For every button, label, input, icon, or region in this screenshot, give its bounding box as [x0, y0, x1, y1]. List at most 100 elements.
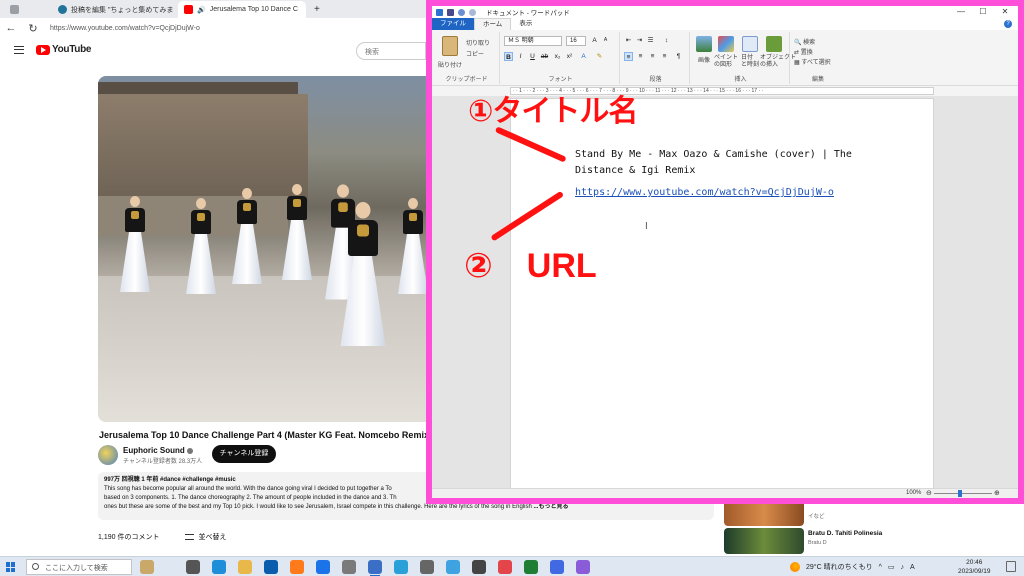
minimize-button[interactable]: —: [950, 6, 972, 18]
picture-icon[interactable]: [696, 36, 712, 52]
clock-time: 20:46: [966, 559, 983, 566]
task-view-icon[interactable]: [186, 560, 200, 574]
save-icon[interactable]: [447, 8, 454, 16]
app-icon[interactable]: [550, 560, 564, 574]
subscript-button[interactable]: x₂: [553, 52, 562, 61]
font-color-icon[interactable]: A: [579, 52, 588, 61]
zoom-slider[interactable]: [934, 493, 992, 494]
mail-icon[interactable]: [316, 560, 330, 574]
app-icon[interactable]: [524, 560, 538, 574]
datetime-button[interactable]: 日付 と時刻: [741, 55, 759, 69]
notification-icon[interactable]: [1006, 561, 1016, 572]
paste-icon[interactable]: [442, 36, 458, 56]
zoom-out-button[interactable]: ⊖: [926, 489, 932, 497]
app-icon[interactable]: [420, 560, 434, 574]
clock[interactable]: 20:46 2023/09/19: [958, 558, 991, 576]
justify-icon[interactable]: ≡: [660, 52, 669, 61]
object-icon[interactable]: [766, 36, 782, 52]
zoom-in-button[interactable]: ⊕: [994, 489, 1000, 497]
close-button[interactable]: ✕: [994, 6, 1016, 18]
italic-button[interactable]: I: [516, 52, 525, 61]
group-label: フォント: [548, 77, 573, 83]
explorer-icon[interactable]: [238, 560, 252, 574]
tab-home[interactable]: ホーム: [474, 18, 512, 30]
reload-icon[interactable]: ↻: [22, 22, 44, 35]
weather-text[interactable]: 29°C 晴れのちくもり: [806, 562, 873, 572]
app-icon[interactable]: [576, 560, 590, 574]
paste-button[interactable]: 貼り付け: [438, 60, 462, 69]
subscribe-button[interactable]: チャンネル登録: [212, 445, 276, 463]
font-family-select[interactable]: ＭＳ 明朝: [504, 36, 562, 46]
insert-object-button[interactable]: オブジェクト の挿入: [760, 55, 796, 69]
store-icon[interactable]: [264, 560, 278, 574]
document-page[interactable]: Stand By Me - Max Oazo & Camishe (cover)…: [510, 98, 934, 498]
tab-wordpress-edit[interactable]: 投稿を編集 "ちょっと集めてみます ✕: [52, 1, 174, 18]
replace-button[interactable]: ⇄ 置換: [794, 47, 813, 56]
weather-icon[interactable]: [790, 562, 800, 572]
taskbar-widget-icon[interactable]: [140, 560, 154, 574]
channel-name-link[interactable]: Euphoric Sound: [123, 446, 193, 455]
volume-icon[interactable]: ♪: [901, 564, 905, 571]
back-icon[interactable]: ←: [0, 22, 22, 34]
tab-actions[interactable]: [4, 1, 20, 18]
select-all-button[interactable]: ▦ すべて選択: [794, 57, 831, 66]
settings-icon[interactable]: [472, 560, 486, 574]
tab-youtube-video[interactable]: 🔊 Jerusalema Top 10 Dance C ✕: [178, 1, 306, 18]
search-input[interactable]: 検索: [356, 42, 426, 60]
align-center-icon[interactable]: ≡: [636, 52, 645, 61]
app-icon[interactable]: [394, 560, 408, 574]
bold-button[interactable]: B: [504, 52, 513, 61]
cut-button[interactable]: 切り取り: [466, 38, 490, 47]
highlight-color-icon[interactable]: ✎: [595, 52, 604, 61]
ime-indicator[interactable]: A: [910, 564, 915, 571]
bullet-list-icon[interactable]: ☰: [646, 36, 655, 45]
underline-button[interactable]: U: [528, 52, 537, 61]
paint-drawing-icon[interactable]: [718, 36, 734, 52]
paint-drawing-button[interactable]: ペイント の図形: [714, 55, 738, 69]
redo-icon[interactable]: [469, 8, 476, 16]
line-spacing-icon[interactable]: ↕: [662, 36, 671, 45]
picture-button[interactable]: 画像: [698, 55, 710, 64]
taskbar-search-input[interactable]: ここに入力して検索: [26, 559, 132, 575]
address-bar[interactable]: https://www.youtube.com/watch?v=QcjDjDuj…: [50, 25, 200, 32]
superscript-button[interactable]: x²: [565, 52, 574, 61]
paragraph-settings-icon[interactable]: ¶: [674, 52, 683, 61]
edge-icon[interactable]: [212, 560, 226, 574]
menu-icon[interactable]: [14, 46, 24, 54]
calendar-app-icon[interactable]: [446, 560, 460, 574]
grow-font-icon[interactable]: A: [590, 36, 599, 45]
align-left-icon[interactable]: ≡: [624, 52, 633, 61]
video-player[interactable]: [98, 76, 430, 422]
help-icon[interactable]: ?: [1004, 20, 1012, 28]
calendar-icon[interactable]: [742, 36, 758, 52]
copy-button[interactable]: コピー: [466, 49, 484, 58]
show-more-link[interactable]: ...もっと見る: [532, 504, 568, 510]
youtube-logo[interactable]: YouTube: [36, 44, 92, 55]
undo-icon[interactable]: [458, 8, 465, 16]
wordpad-taskbar-icon[interactable]: [368, 560, 382, 576]
document-url-link[interactable]: https://www.youtube.com/watch?v=QcjDjDuj…: [575, 187, 834, 198]
strikethrough-button[interactable]: ab: [540, 52, 549, 61]
find-button[interactable]: 🔍 検索: [794, 37, 815, 46]
increase-indent-icon[interactable]: ⇥: [635, 36, 644, 45]
font-size-select[interactable]: 16: [566, 36, 586, 46]
zoom-slider-thumb[interactable]: [958, 490, 962, 497]
align-right-icon[interactable]: ≡: [648, 52, 657, 61]
shrink-font-icon[interactable]: A: [601, 36, 610, 45]
start-button[interactable]: [6, 562, 16, 572]
tab-view[interactable]: 表示: [511, 18, 540, 30]
firefox-icon[interactable]: [290, 560, 304, 574]
new-tab-button[interactable]: +: [308, 1, 322, 18]
chevron-up-icon[interactable]: ^: [879, 564, 882, 571]
speaker-icon[interactable]: 🔊: [197, 6, 206, 14]
document-title-line[interactable]: Stand By Me - Max Oazo & Camishe (cover)…: [575, 147, 875, 179]
tab-file[interactable]: ファイル: [432, 18, 474, 30]
app-icon[interactable]: [498, 560, 512, 574]
app-icon[interactable]: [342, 560, 356, 574]
avatar[interactable]: [98, 445, 118, 465]
sort-button[interactable]: 並べ替え: [185, 532, 226, 542]
decrease-indent-icon[interactable]: ⇤: [624, 36, 633, 45]
maximize-button[interactable]: ☐: [972, 6, 994, 18]
sidebar-video[interactable]: Bratu D. Tahiti Polinesia Bratu D: [724, 528, 1014, 554]
network-icon[interactable]: ▭: [888, 563, 895, 571]
